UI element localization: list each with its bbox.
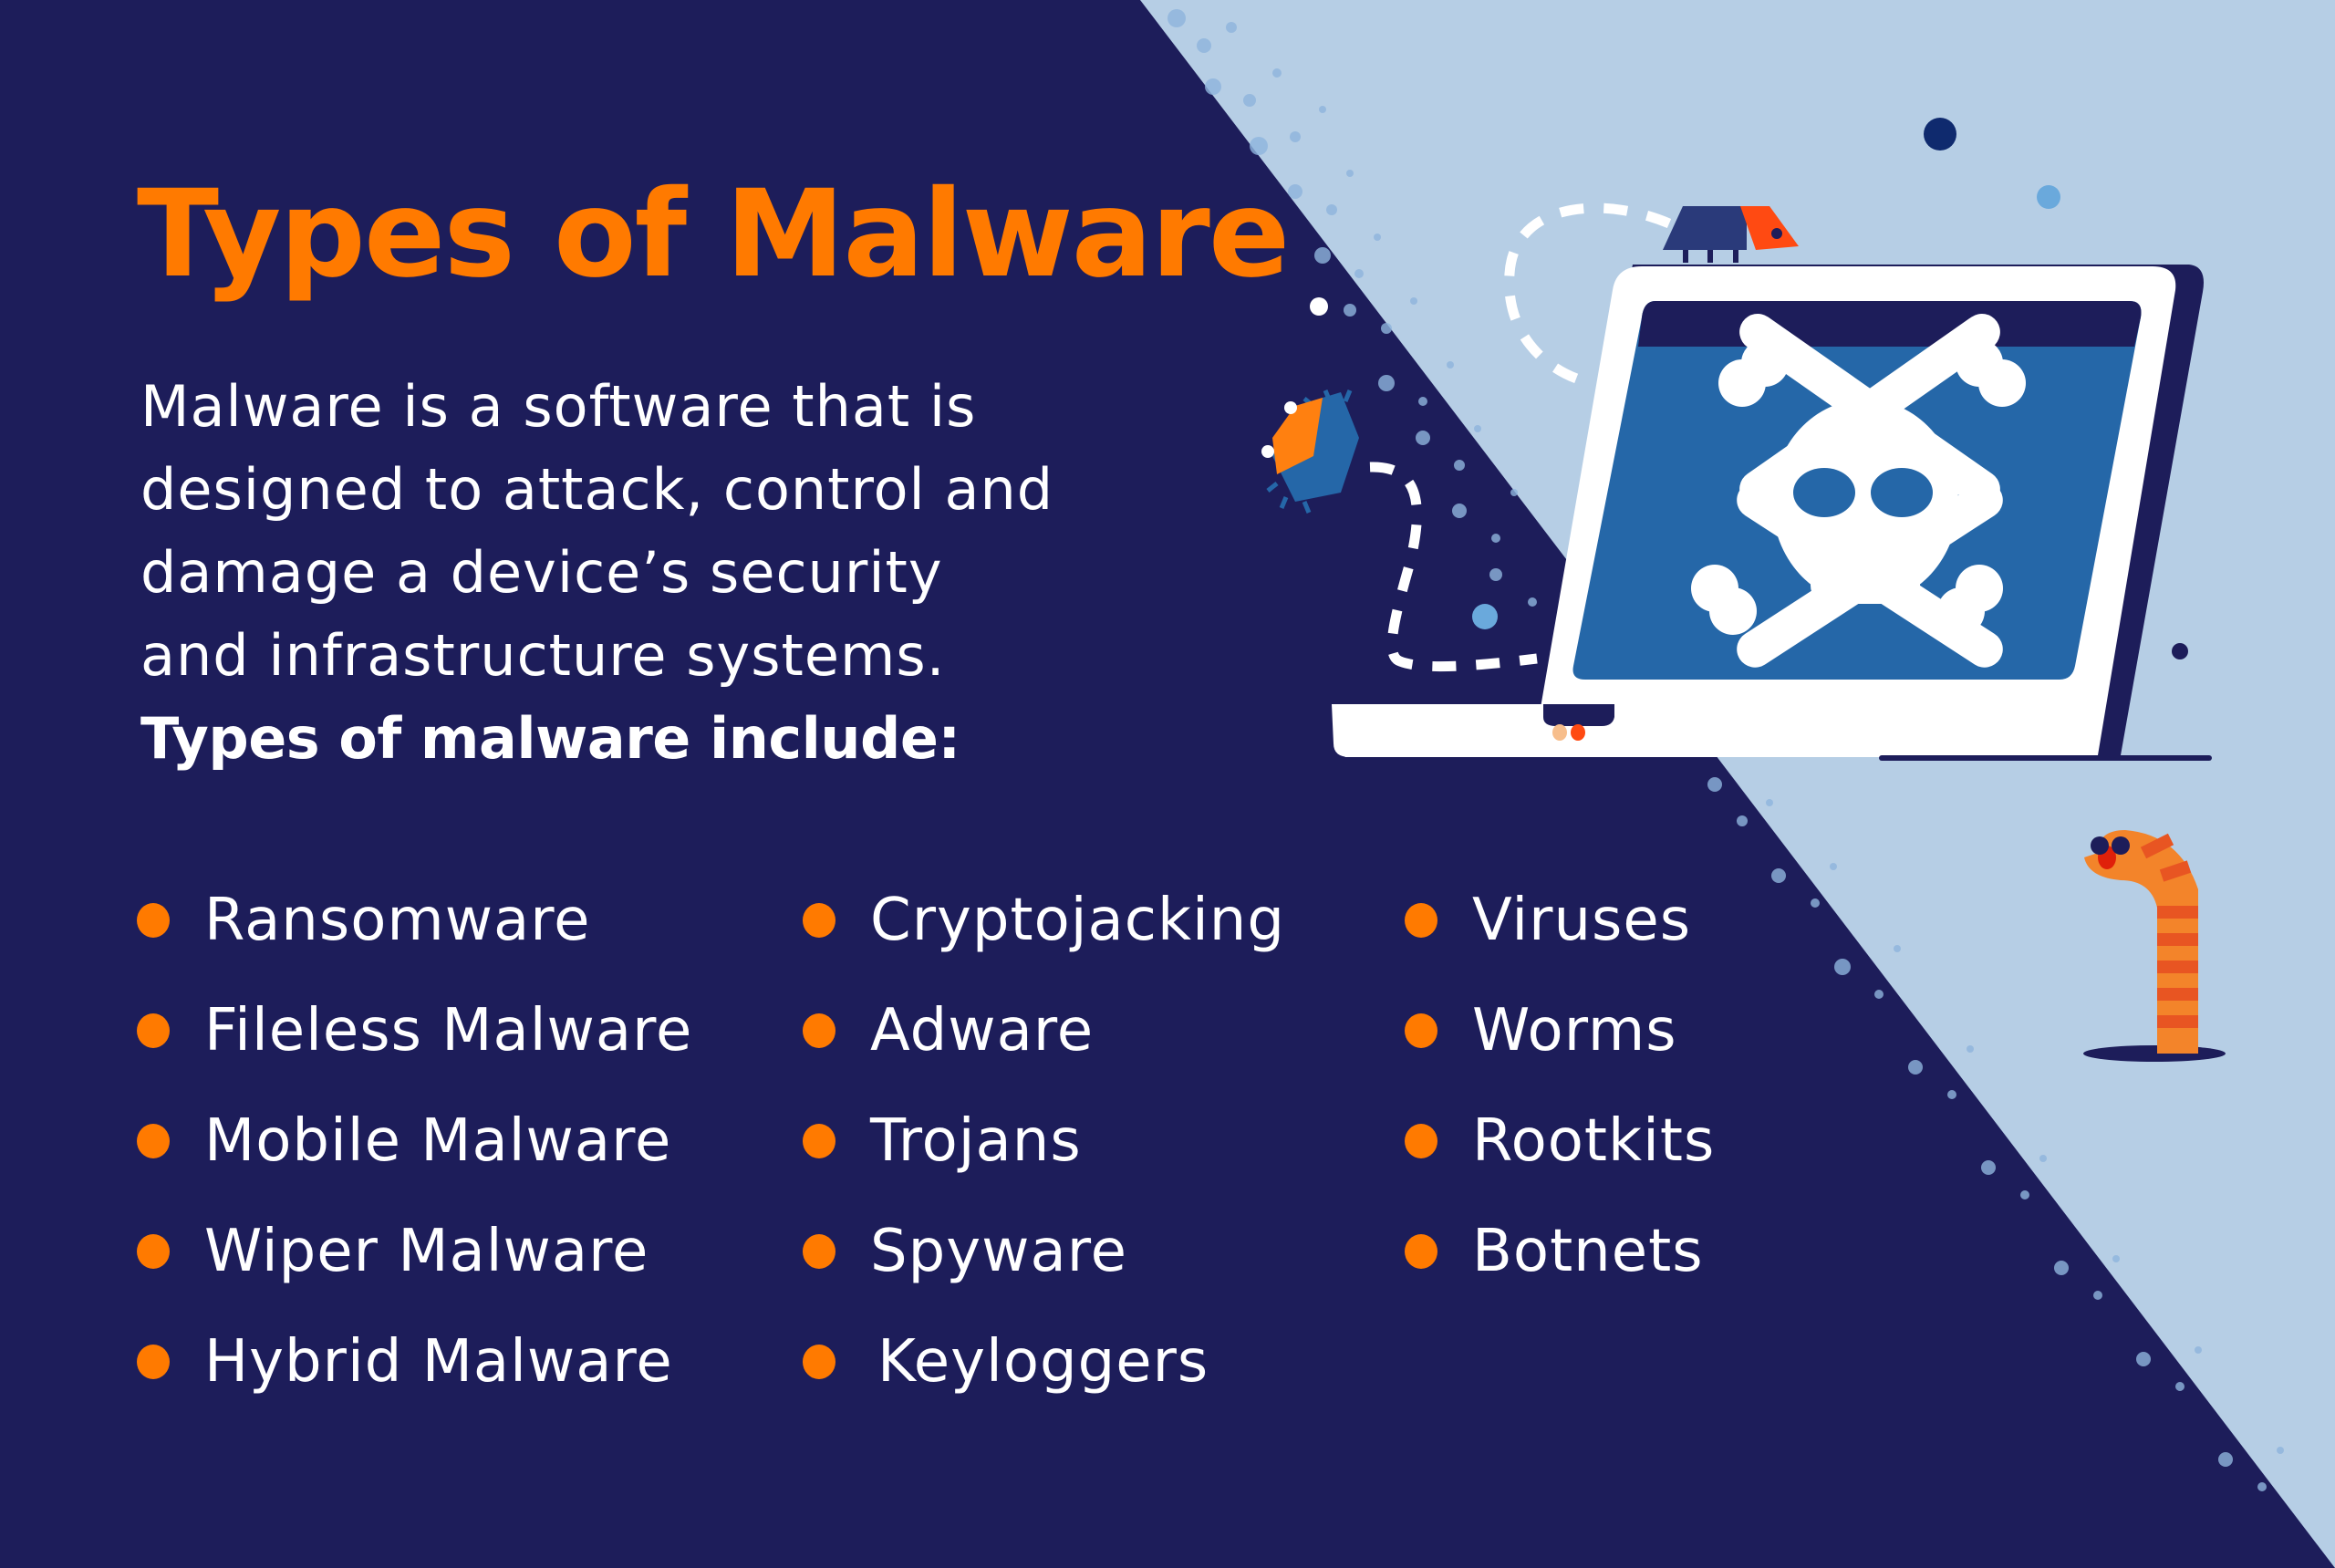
list-item: Trojans — [803, 1085, 1285, 1196]
list-item: Cryptojacking — [803, 865, 1285, 975]
list-item: Botnets — [1405, 1196, 1715, 1306]
bullet-icon — [137, 1344, 170, 1379]
list-item: Hybrid Malware — [137, 1306, 692, 1417]
malware-list-column-2: Cryptojacking Adware Trojans Spyware Key… — [803, 865, 1285, 1417]
bullet-icon — [137, 1123, 170, 1158]
bullet-icon — [803, 902, 835, 938]
list-item-label: Rootkits — [1472, 1106, 1716, 1175]
list-item-label: Fileless Malware — [204, 996, 693, 1064]
intro-paragraph: Malware is a software that is designed t… — [140, 365, 1144, 780]
list-item-label: Keyloggers — [877, 1327, 1209, 1396]
list-item: Rootkits — [1405, 1085, 1715, 1196]
list-item: Worms — [1405, 975, 1715, 1085]
dashed-trail — [1369, 462, 1538, 672]
list-item-label: Viruses — [1472, 886, 1692, 954]
dot-decoration — [2172, 643, 2188, 659]
bullet-icon — [137, 902, 170, 938]
list-item-label: Hybrid Malware — [204, 1327, 673, 1396]
dot-decoration — [1924, 118, 1956, 151]
list-lead-in: Types of malware include: — [140, 705, 960, 772]
power-light-icon — [1552, 724, 1567, 741]
list-item: Ransomware — [137, 865, 692, 975]
bullet-icon — [1405, 1123, 1437, 1158]
alert-light-icon — [1571, 724, 1585, 741]
dot-decoration — [1472, 604, 1498, 629]
bullet-icon — [1405, 902, 1437, 938]
bullet-icon — [803, 1344, 835, 1379]
malware-list-column-1: Ransomware Fileless Malware Mobile Malwa… — [137, 865, 692, 1417]
bullet-icon — [137, 1012, 170, 1048]
bullet-icon — [803, 1123, 835, 1158]
list-item: Wiper Malware — [137, 1196, 692, 1306]
malware-list-column-3: Viruses Worms Rootkits Botnets — [1405, 865, 1715, 1306]
dot-decoration — [1310, 297, 1328, 316]
intro-line: Malware is a software that is — [140, 373, 977, 440]
list-item: Viruses — [1405, 865, 1715, 975]
bullet-icon — [137, 1233, 170, 1269]
list-item-label: Wiper Malware — [204, 1217, 649, 1285]
list-item-label: Botnets — [1472, 1217, 1704, 1285]
bullet-icon — [803, 1233, 835, 1269]
page-title: Types of Malware — [137, 164, 1290, 305]
list-item: Fileless Malware — [137, 975, 692, 1085]
intro-line: and infrastructure systems. — [140, 622, 946, 689]
list-item: Spyware — [803, 1196, 1285, 1306]
list-item-label: Mobile Malware — [204, 1106, 672, 1175]
list-item-label: Spyware — [870, 1217, 1127, 1285]
list-item-label: Cryptojacking — [870, 886, 1285, 954]
chip-bug-icon — [1261, 389, 1359, 514]
list-item: Mobile Malware — [137, 1085, 692, 1196]
dot-decoration — [2037, 185, 2060, 209]
bullet-icon — [1405, 1012, 1437, 1048]
list-item-label: Adware — [870, 996, 1095, 1064]
list-item-label: Trojans — [870, 1106, 1082, 1175]
intro-line: damage a device’s security — [140, 539, 943, 606]
list-item: Adware — [803, 975, 1285, 1085]
list-item: Keyloggers — [803, 1306, 1285, 1417]
bullet-icon — [1405, 1233, 1437, 1269]
bullet-icon — [803, 1012, 835, 1048]
list-item-label: Ransomware — [204, 886, 591, 954]
intro-line: designed to attack, control and — [140, 456, 1054, 523]
list-item-label: Worms — [1472, 996, 1677, 1064]
